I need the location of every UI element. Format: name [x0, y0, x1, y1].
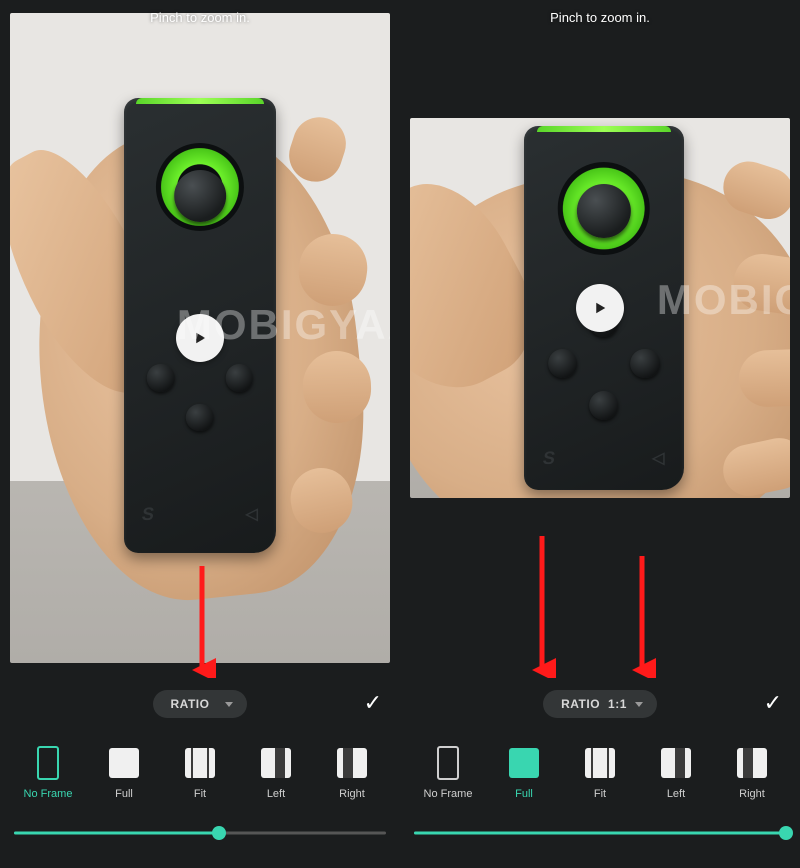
editor-pane-left: Pinch to zoom in. S◁ MOBIGYAA [0, 0, 400, 868]
frame-option-full[interactable]: Full [494, 746, 554, 800]
play-icon [191, 329, 209, 347]
zoom-slider[interactable] [414, 826, 786, 840]
slider-knob[interactable] [779, 826, 793, 840]
frame-option-right[interactable]: Right [722, 746, 782, 800]
play-button[interactable] [576, 284, 624, 332]
ratio-value: 1:1 [608, 697, 627, 711]
confirm-button[interactable]: ✓ [364, 690, 382, 716]
editor-pane-right: Pinch to zoom in. S◁ MOBIGYAA [400, 0, 800, 868]
video-preview[interactable]: S◁ MOBIGYAA [410, 118, 790, 498]
ratio-dropdown[interactable]: RATIO 1:1 [543, 690, 657, 718]
no-frame-icon [37, 746, 59, 780]
ratio-label: RATIO [561, 697, 600, 711]
chevron-down-icon [635, 702, 643, 707]
left-icon [261, 748, 291, 778]
frame-option-no-frame[interactable]: No Frame [18, 746, 78, 800]
frame-options-row: No Frame Full Fit Left Right [400, 746, 800, 800]
confirm-button[interactable]: ✓ [764, 690, 782, 716]
right-icon [737, 748, 767, 778]
fit-icon [185, 748, 215, 778]
slider-knob[interactable] [212, 826, 226, 840]
right-icon [337, 748, 367, 778]
full-icon [109, 748, 139, 778]
play-icon [591, 299, 609, 317]
ratio-dropdown[interactable]: RATIO [153, 690, 248, 718]
frame-option-no-frame[interactable]: No Frame [418, 746, 478, 800]
frame-option-full[interactable]: Full [94, 746, 154, 800]
preview-canvas[interactable]: S◁ MOBIGYAA [0, 0, 400, 678]
controls-area: RATIO ✓ No Frame Full Fit Left [0, 678, 400, 868]
frame-option-left[interactable]: Left [246, 746, 306, 800]
preview-canvas[interactable]: S◁ MOBIGYAA [400, 0, 800, 678]
no-frame-icon [437, 746, 459, 780]
left-icon [661, 748, 691, 778]
chevron-down-icon [225, 702, 233, 707]
fit-icon [585, 748, 615, 778]
frame-option-left[interactable]: Left [646, 746, 706, 800]
full-icon [509, 748, 539, 778]
frame-option-fit[interactable]: Fit [570, 746, 630, 800]
zoom-hint: Pinch to zoom in. [400, 10, 800, 25]
zoom-hint: Pinch to zoom in. [0, 10, 400, 25]
ratio-label: RATIO [171, 697, 210, 711]
controls-area: RATIO 1:1 ✓ No Frame Full Fit Left [400, 678, 800, 868]
play-button[interactable] [176, 314, 224, 362]
frame-option-fit[interactable]: Fit [170, 746, 230, 800]
frame-options-row: No Frame Full Fit Left Right [0, 746, 400, 800]
frame-option-right[interactable]: Right [322, 746, 382, 800]
video-preview[interactable]: S◁ MOBIGYAA [10, 13, 390, 663]
zoom-slider[interactable] [14, 826, 386, 840]
